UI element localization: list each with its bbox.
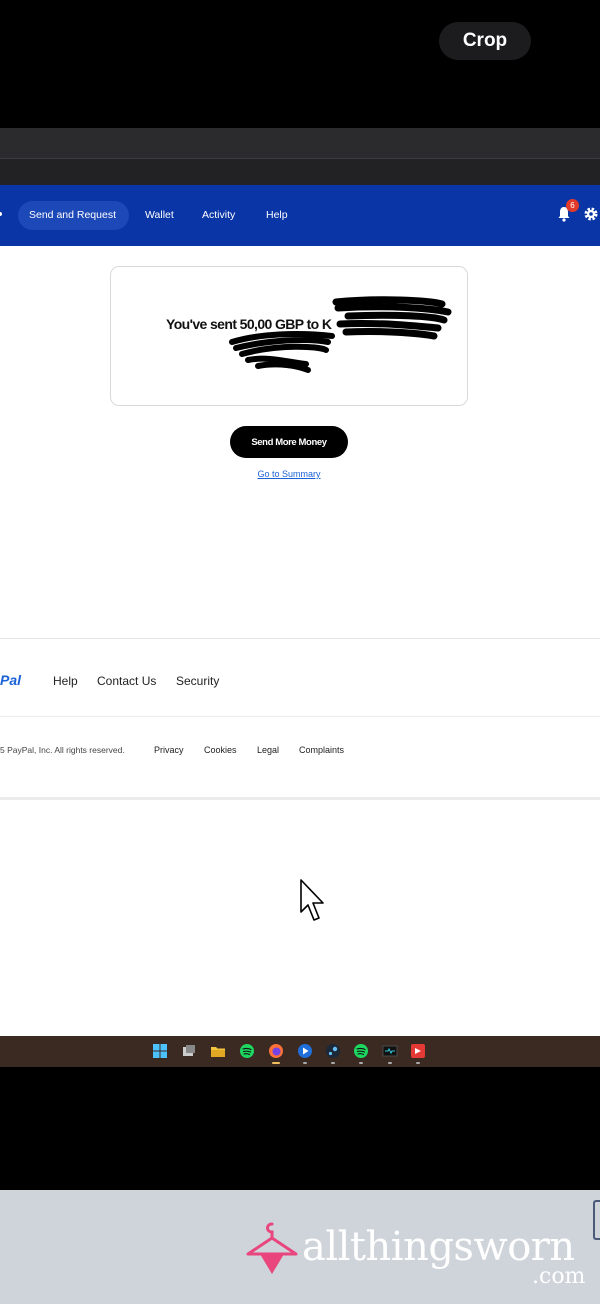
- steam-icon[interactable]: [325, 1043, 341, 1059]
- spotify-icon[interactable]: [353, 1043, 369, 1059]
- send-more-money-button[interactable]: Send More Money: [230, 426, 348, 458]
- footer-link-legal[interactable]: Legal: [257, 745, 279, 755]
- app-indicator: [303, 1062, 307, 1064]
- redaction-scribble: [229, 296, 452, 373]
- task-view-icon[interactable]: [181, 1043, 197, 1059]
- app-indicator: [388, 1062, 392, 1064]
- launcher-icon[interactable]: [297, 1043, 313, 1059]
- app-indicator: [359, 1062, 363, 1064]
- hanger-logo-icon: [246, 1222, 298, 1274]
- nav-wallet[interactable]: Wallet: [145, 209, 174, 221]
- active-app-indicator: [272, 1062, 280, 1064]
- mouse-cursor-icon: [300, 879, 324, 921]
- footer-link-security[interactable]: Security: [176, 674, 219, 688]
- app-icon[interactable]: [410, 1043, 426, 1059]
- windows-start-icon[interactable]: [152, 1043, 168, 1059]
- edge-graphic: [593, 1200, 600, 1240]
- footer-link-contact-us[interactable]: Contact Us: [97, 674, 156, 688]
- app-indicator: [331, 1062, 335, 1064]
- paypal-logo[interactable]: Pal: [0, 672, 21, 688]
- nav-activity[interactable]: Activity: [202, 209, 235, 221]
- watermark-domain-suffix: .com: [532, 1264, 586, 1289]
- file-explorer-icon[interactable]: [210, 1043, 226, 1059]
- spotify-icon[interactable]: [239, 1043, 255, 1059]
- footer-link-cookies[interactable]: Cookies: [204, 745, 237, 755]
- nav-send-and-request[interactable]: Send and Request: [29, 209, 116, 221]
- footer-divider: [0, 716, 600, 717]
- footer-link-privacy[interactable]: Privacy: [154, 745, 184, 755]
- app-indicator: [416, 1062, 420, 1064]
- footer-link-help[interactable]: Help: [53, 674, 78, 688]
- go-to-summary-link[interactable]: Go to Summary: [230, 469, 348, 479]
- browser-toolbar: [0, 159, 600, 185]
- notification-badge: 6: [566, 199, 579, 212]
- terminal-icon[interactable]: [382, 1043, 398, 1059]
- nav-help[interactable]: Help: [266, 209, 288, 221]
- footer-link-complaints[interactable]: Complaints: [299, 745, 344, 755]
- copyright-text: 5 PayPal, Inc. All rights reserved.: [0, 745, 125, 755]
- firefox-icon[interactable]: [268, 1043, 284, 1059]
- footer-divider: [0, 638, 600, 639]
- browser-tab-bar: [0, 128, 600, 159]
- footer-bottom-shadow: [0, 797, 600, 800]
- crop-button[interactable]: Crop: [439, 22, 531, 60]
- gear-icon[interactable]: [584, 207, 598, 221]
